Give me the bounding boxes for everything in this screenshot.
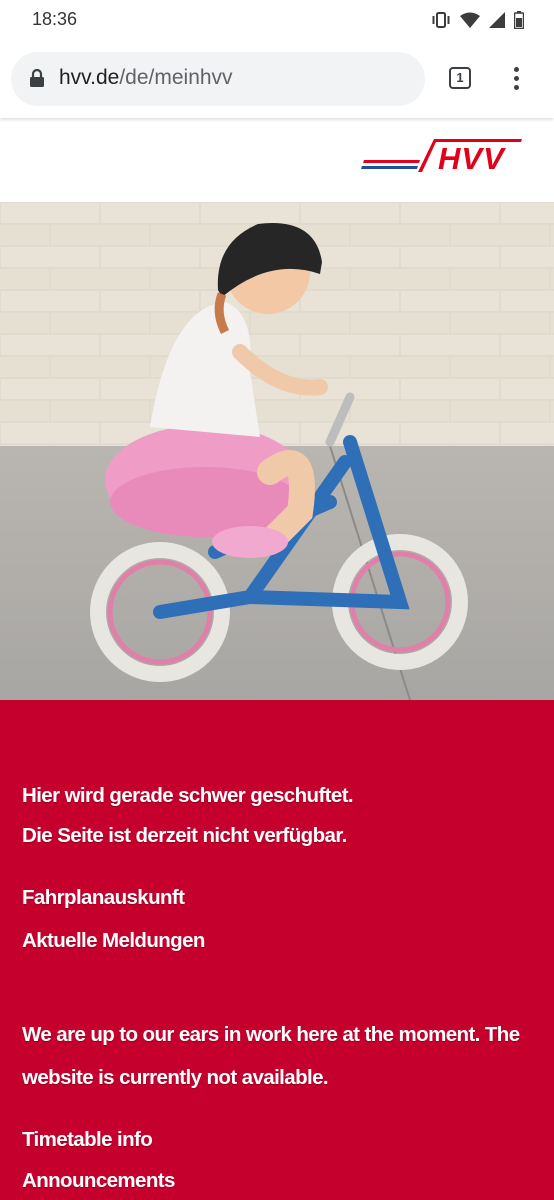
announcements-link-en[interactable]: Announcements: [22, 1169, 175, 1193]
hvv-logo[interactable]: HVV: [360, 136, 524, 181]
signal-icon: [489, 12, 505, 28]
battery-icon: [514, 11, 524, 29]
more-vert-icon[interactable]: [509, 67, 523, 91]
browser-toolbar: hvv.de/de/meinhvv 1: [0, 40, 554, 118]
hero-image: [0, 202, 554, 700]
german-message-line1: Hier wird gerade schwer geschuftet.: [22, 784, 354, 807]
tabs-icon[interactable]: 1: [449, 67, 471, 89]
lock-icon[interactable]: [30, 68, 44, 92]
url-host: hvv.de: [59, 66, 120, 89]
status-time: 18:36: [32, 9, 78, 29]
maintenance-panel: Hier wird gerade schwer geschuftet. Die …: [0, 700, 554, 1200]
vibrate-icon: [431, 12, 451, 28]
wifi-icon: [460, 12, 480, 28]
url-text[interactable]: hvv.de/de/meinhvv: [59, 66, 233, 90]
german-message-line2: Die Seite ist derzeit nicht verfügbar.: [22, 824, 347, 847]
address-bar[interactable]: hvv.de/de/meinhvv: [11, 52, 425, 106]
site-header: HVV: [0, 118, 554, 202]
status-bar: 18:36: [0, 0, 554, 40]
english-message-line2: website is currently not available.: [22, 1066, 329, 1089]
english-message-line1: We are up to our ears in work here at th…: [22, 1023, 520, 1046]
url-path: /de/meinhvv: [119, 66, 233, 89]
logo-text: HVV: [438, 141, 506, 176]
status-icons: [431, 10, 524, 30]
timetable-link-de[interactable]: Fahrplanauskunft: [22, 886, 185, 910]
timetable-link-en[interactable]: Timetable info: [22, 1128, 153, 1152]
child-riding-bicycle-photo: [0, 202, 554, 700]
tab-count: 1: [456, 70, 464, 85]
announcements-link-de[interactable]: Aktuelle Meldungen: [22, 929, 205, 953]
